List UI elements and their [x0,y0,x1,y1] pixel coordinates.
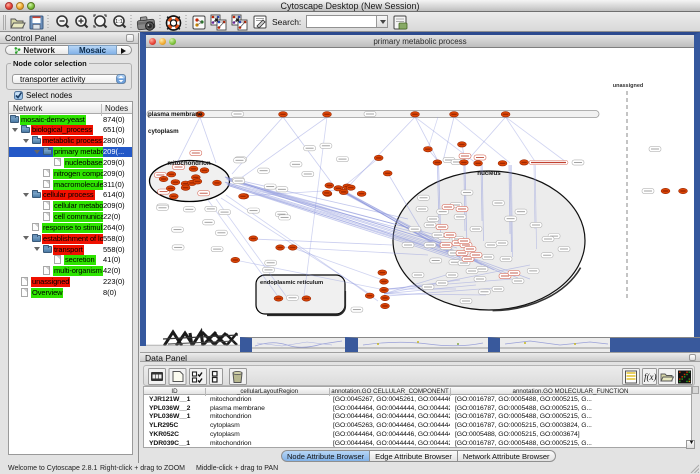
svg-text:nucleus: nucleus [477,170,501,177]
svg-text:cytoplasm: cytoplasm [148,128,179,135]
svg-text:1:1: 1:1 [115,19,123,25]
svg-text:unassigned: unassigned [613,83,644,89]
svg-text:endoplasmic reticulum: endoplasmic reticulum [260,280,323,286]
svg-text:mitochondrion: mitochondrion [167,160,211,167]
svg-text:f(x): f(x) [644,372,657,382]
svg-text:plasma membrane: plasma membrane [148,111,203,118]
